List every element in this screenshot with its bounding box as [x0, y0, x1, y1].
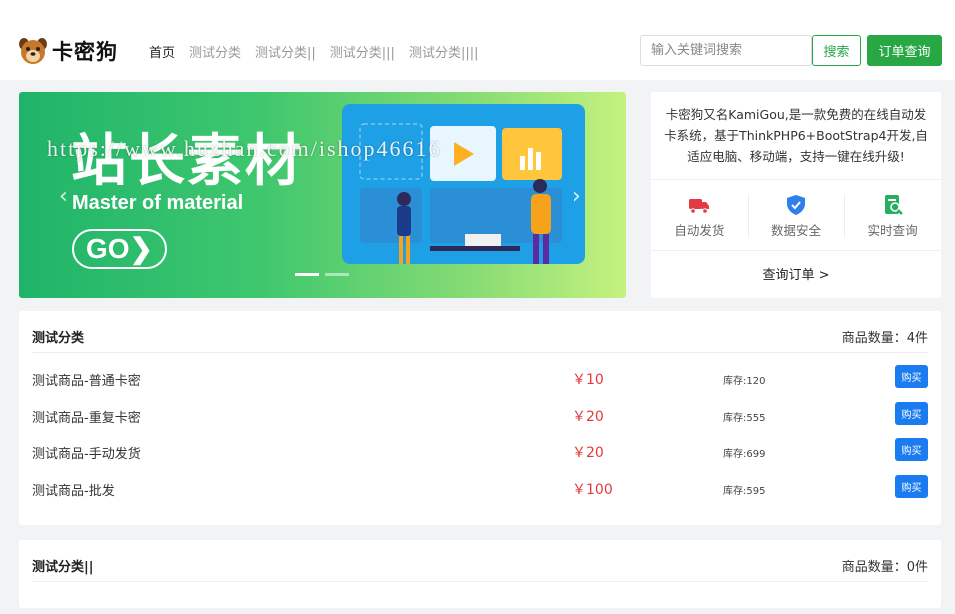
carousel-prev-icon[interactable]: ‹ — [59, 184, 68, 209]
category-header: 测试分类 商品数量：4件 — [32, 311, 928, 353]
nav-item-home[interactable]: 首页 — [149, 42, 175, 61]
search-input[interactable] — [640, 35, 812, 66]
product-row: 测试商品-重复卡密 ￥20 库存:555 购买 — [32, 400, 928, 430]
product-stock: 库存:120 — [723, 376, 766, 387]
product-name[interactable]: 测试商品-普通卡密 — [32, 370, 141, 389]
carousel-next-icon[interactable]: › — [572, 184, 581, 209]
product-price: ￥10 — [572, 372, 604, 388]
search-doc-icon — [884, 195, 903, 215]
feature-list: 自动发货 数据安全 实时查询 — [651, 179, 941, 251]
feature-label: 数据安全 — [771, 223, 822, 238]
category-title: 测试分类 — [32, 331, 85, 346]
carousel-indicator-1[interactable] — [295, 273, 319, 276]
buy-button[interactable]: 购买 — [895, 475, 928, 498]
main-nav: 首页 测试分类 测试分类|| 测试分类||| 测试分类|||| — [149, 42, 478, 61]
nav-item-category-2[interactable]: 测试分类|| — [255, 42, 316, 61]
product-name[interactable]: 测试商品-手动发货 — [32, 443, 141, 462]
product-row: 测试商品-普通卡密 ￥10 库存:120 购买 — [32, 363, 928, 393]
header: 卡密狗 首页 测试分类 测试分类|| 测试分类||| 测试分类|||| 搜索 订… — [0, 0, 955, 80]
category-header: 测试分类|| 商品数量：0件 — [32, 540, 928, 582]
product-name[interactable]: 测试商品-批发 — [32, 480, 115, 499]
product-count: 商品数量：4件 — [841, 331, 928, 346]
banner-watermark: https://www.huzhan.com/ishop46616 — [47, 136, 442, 161]
logo-text: 卡密狗 — [52, 40, 118, 64]
feature-label: 自动发货 — [674, 223, 725, 238]
category-panel: 测试分类 商品数量：4件 测试商品-普通卡密 ￥10 库存:120 购买 测试商… — [19, 311, 941, 525]
feature-realtime-query[interactable]: 实时查询 — [844, 180, 941, 250]
product-stock: 库存:555 — [723, 413, 766, 424]
truck-icon — [689, 199, 710, 214]
carousel-indicators — [295, 273, 349, 276]
product-price: ￥100 — [572, 482, 613, 498]
presentation-illustration-icon — [359, 123, 562, 266]
product-row: 测试商品-手动发货 ￥20 库存:699 购买 — [32, 436, 928, 466]
product-stock: 库存:595 — [723, 486, 766, 497]
category-panel: 测试分类|| 商品数量：0件 — [19, 540, 941, 608]
feature-label: 实时查询 — [867, 223, 918, 238]
product-name[interactable]: 测试商品-重复卡密 — [32, 407, 141, 426]
buy-button[interactable]: 购买 — [895, 402, 928, 425]
product-row: 测试商品-批发 ￥100 库存:595 购买 — [32, 473, 928, 503]
category-title: 测试分类|| — [32, 560, 94, 575]
banner-subtitle: Master of material — [72, 192, 244, 214]
nav-item-category-4[interactable]: 测试分类|||| — [409, 42, 479, 61]
info-card: 卡密狗又名KamiGou,是一款免费的在线自动发卡系统，基于ThinkPHP6+… — [651, 92, 941, 298]
product-count: 商品数量：0件 — [841, 560, 928, 575]
search-button[interactable]: 搜索 — [812, 35, 861, 66]
product-price: ￥20 — [572, 445, 604, 461]
nav-item-category-3[interactable]: 测试分类||| — [330, 42, 395, 61]
product-stock: 库存:699 — [723, 449, 766, 460]
banner-illustration — [342, 104, 585, 266]
banner-carousel[interactable]: 站长素材 Master of material GO❯ https://www.… — [19, 92, 626, 298]
order-query-button[interactable]: 订单查询 — [867, 35, 942, 66]
logo[interactable]: 卡密狗 — [18, 36, 118, 66]
banner-go-button[interactable]: GO❯ — [72, 229, 167, 269]
buy-button[interactable]: 购买 — [895, 438, 928, 461]
site-description: 卡密狗又名KamiGou,是一款免费的在线自动发卡系统，基于ThinkPHP6+… — [664, 107, 928, 164]
shield-icon — [787, 195, 805, 215]
product-price: ￥20 — [572, 409, 604, 425]
carousel-indicator-2[interactable] — [325, 273, 349, 276]
feature-data-security[interactable]: 数据安全 — [747, 180, 845, 250]
query-order-link[interactable]: 查询订单 > — [651, 264, 941, 283]
nav-item-category-1[interactable]: 测试分类 — [189, 42, 241, 61]
dog-logo-icon — [19, 38, 47, 64]
buy-button[interactable]: 购买 — [895, 365, 928, 388]
feature-auto-delivery[interactable]: 自动发货 — [651, 180, 748, 250]
